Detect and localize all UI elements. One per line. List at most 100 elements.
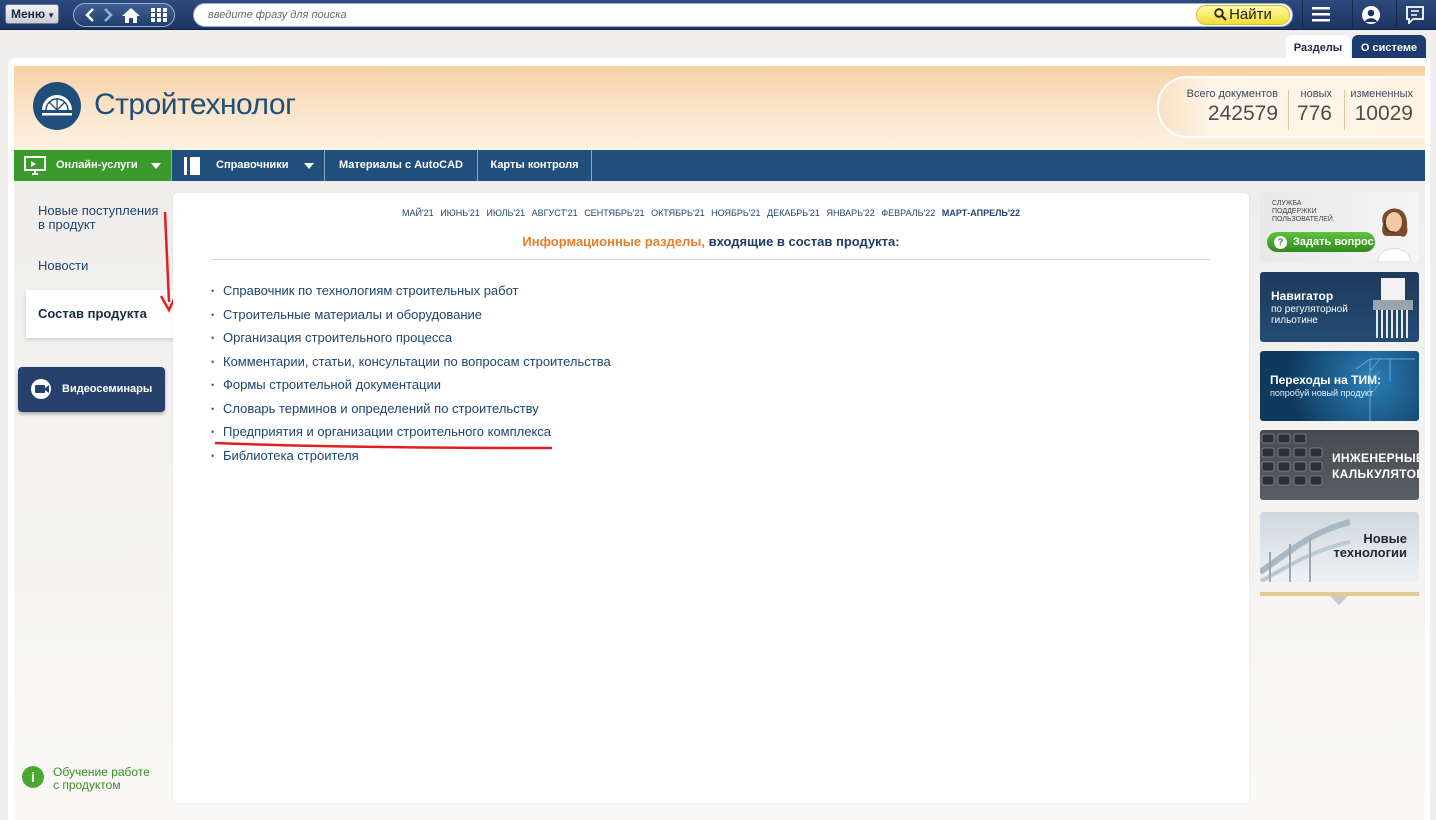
search-bar: Найти (193, 3, 1293, 27)
list-item[interactable]: Словарь терминов и определений по строит… (211, 401, 611, 425)
document-stats: Всего документов 242579 новых 776 измене… (1157, 76, 1425, 138)
list-item[interactable]: Формы строительной документации (211, 377, 611, 401)
hamburger-menu-button[interactable] (1302, 0, 1338, 30)
message-icon (1406, 6, 1424, 24)
sidebar-item-label: Новые поступления (38, 203, 159, 218)
tim-transition-banner[interactable]: Переходы на ТИМ: попробуй новый продукт (1260, 351, 1419, 421)
ask-question-button[interactable]: ? Задать вопрос (1267, 232, 1375, 252)
stat-changed-value: 10029 (1354, 102, 1413, 125)
support-banner[interactable]: СЛУЖБА ПОДДЕРЖКИ ПОЛЬЗОВАТЕЛЕЙ ? Задать … (1260, 192, 1419, 262)
month-link[interactable]: АВГУСТ'21 (532, 208, 578, 218)
chevron-right-icon (104, 8, 113, 22)
dropdown-caret-icon (151, 163, 161, 169)
sidebar-item-label: в продукт (38, 217, 96, 232)
navigator-line: по регуляторной (1271, 304, 1348, 315)
video-camera-icon (31, 379, 51, 399)
new-technologies-label: Новые технологии (1333, 532, 1407, 560)
tab-sections[interactable]: Разделы (1286, 35, 1350, 59)
nav-online-label: Онлайн-услуги (56, 159, 138, 171)
product-header: Стройтехнолог Всего документов 242579 но… (14, 66, 1425, 150)
protractor-logo-icon (42, 95, 72, 116)
regulatory-navigator-banner[interactable]: Навигатор по регуляторной гильотине (1260, 272, 1419, 342)
month-link-current[interactable]: МАРТ-АПРЕЛЬ'22 (942, 208, 1020, 218)
month-link[interactable]: ОКТЯБРЬ'21 (651, 208, 705, 218)
calculators-line: КАЛЬКУЛЯТОРЫ (1332, 467, 1419, 481)
sidebar-item-new-arrivals[interactable]: Новые поступления в продукт (38, 204, 158, 232)
nav-control-cards[interactable]: Карты контроля (478, 150, 592, 181)
nav-autocad-materials[interactable]: Материалы с AutoCAD (325, 150, 478, 181)
menu-button[interactable]: Меню ▼ (5, 4, 59, 24)
month-link[interactable]: ДЕКАБРЬ'21 (767, 208, 820, 218)
engineering-calculators-banner[interactable]: ИНЖЕНЕРНЫЕ КАЛЬКУЛЯТОРЫ (1260, 430, 1419, 500)
menu-label: Меню (11, 7, 46, 21)
stat-total: Всего документов 242579 (1187, 88, 1278, 126)
video-seminars-label: Видеосеминары (62, 383, 153, 395)
home-button[interactable] (118, 4, 144, 26)
apps-grid-button[interactable] (146, 4, 172, 26)
video-seminars-button[interactable]: Видеосеминары (18, 367, 165, 412)
user-icon (1362, 6, 1380, 24)
tab-about-system[interactable]: О системе (1352, 35, 1426, 59)
user-account-button[interactable] (1352, 0, 1388, 30)
sidebar-item-composition[interactable]: Состав продукта (26, 290, 176, 338)
divider (211, 259, 1210, 260)
product-title: Стройтехнолог (94, 88, 296, 121)
month-link[interactable]: МАЙ'21 (402, 208, 434, 218)
stat-divider (1288, 90, 1289, 130)
monitor-icon (24, 156, 46, 175)
support-line: ПОДДЕРЖКИ (1272, 208, 1317, 215)
month-links: МАЙ'21 ИЮНЬ'21 ИЮЛЬ'21 АВГУСТ'21 СЕНТЯБР… (173, 208, 1249, 218)
stat-total-value: 242579 (1207, 102, 1278, 125)
grid-icon (151, 8, 167, 22)
month-link[interactable]: ИЮНЬ'21 (440, 208, 480, 218)
month-link[interactable]: ИЮЛЬ'21 (486, 208, 525, 218)
new-technologies-banner[interactable]: Новые технологии (1260, 512, 1419, 582)
forward-button[interactable] (96, 4, 120, 26)
list-item[interactable]: Комментарии, статьи, консультации по воп… (211, 354, 611, 378)
search-icon (1214, 8, 1227, 21)
stat-divider (1344, 90, 1345, 130)
list-item[interactable]: Справочник по технологиям строительных р… (211, 283, 611, 307)
month-link[interactable]: ЯНВАРЬ'22 (826, 208, 874, 218)
month-link[interactable]: ФЕВРАЛЬ'22 (881, 208, 935, 218)
stat-changed-label: измененных (1350, 88, 1413, 100)
nav-references-label: Справочники (216, 159, 289, 171)
stat-changed: измененных 10029 (1350, 88, 1413, 126)
main-navbar: Онлайн-услуги Справочники Материалы с Au… (14, 150, 1425, 181)
navigation-group (73, 3, 175, 27)
month-link[interactable]: СЕНТЯБРЬ'21 (584, 208, 644, 218)
list-item[interactable]: Строительные материалы и оборудование (211, 307, 611, 331)
chevron-left-icon (85, 8, 94, 22)
learn-line: с продуктом (53, 778, 121, 792)
list-item[interactable]: Библиотека строителя (211, 448, 611, 472)
support-operator-image (1377, 208, 1412, 262)
stat-new: новых 776 (1297, 88, 1332, 126)
feedback-button[interactable] (1396, 0, 1432, 30)
content-panel: МАЙ'21 ИЮНЬ'21 ИЮЛЬ'21 АВГУСТ'21 СЕНТЯБР… (173, 193, 1249, 803)
navigator-subtitle: по регуляторной гильотине (1271, 304, 1348, 326)
list-item[interactable]: Организация строительного процесса (211, 330, 611, 354)
search-input[interactable] (208, 7, 1168, 23)
find-label: Найти (1229, 6, 1272, 23)
find-button[interactable]: Найти (1196, 5, 1290, 25)
support-line: ПОЛЬЗОВАТЕЛЕЙ (1272, 216, 1333, 223)
shredder-icon (1373, 278, 1413, 338)
new-technologies-line: технологии (1333, 545, 1407, 560)
sidebar-item-news[interactable]: Новости (38, 259, 88, 273)
dropdown-caret-icon (304, 163, 314, 169)
stat-new-value: 776 (1296, 102, 1332, 125)
hamburger-icon (1312, 7, 1330, 22)
scroll-down-arrow-icon[interactable] (1330, 596, 1348, 605)
calculators-label: ИНЖЕНЕРНЫЕ КАЛЬКУЛЯТОРЫ (1332, 450, 1419, 482)
sidebar-item-label: Состав продукта (38, 306, 147, 321)
month-link[interactable]: НОЯБРЬ'21 (711, 208, 760, 218)
support-label: СЛУЖБА ПОДДЕРЖКИ ПОЛЬЗОВАТЕЛЕЙ (1272, 200, 1333, 224)
title-orange-part: Информационные разделы, (522, 234, 705, 249)
support-line: СЛУЖБА (1272, 200, 1302, 207)
nav-references[interactable]: Справочники (173, 150, 325, 181)
calculator-keys-icon (1261, 433, 1323, 486)
navigator-line: гильотине (1271, 315, 1318, 326)
crane-icon (1355, 358, 1415, 421)
nav-online-services[interactable]: Онлайн-услуги (14, 150, 172, 181)
question-icon: ? (1274, 236, 1287, 249)
